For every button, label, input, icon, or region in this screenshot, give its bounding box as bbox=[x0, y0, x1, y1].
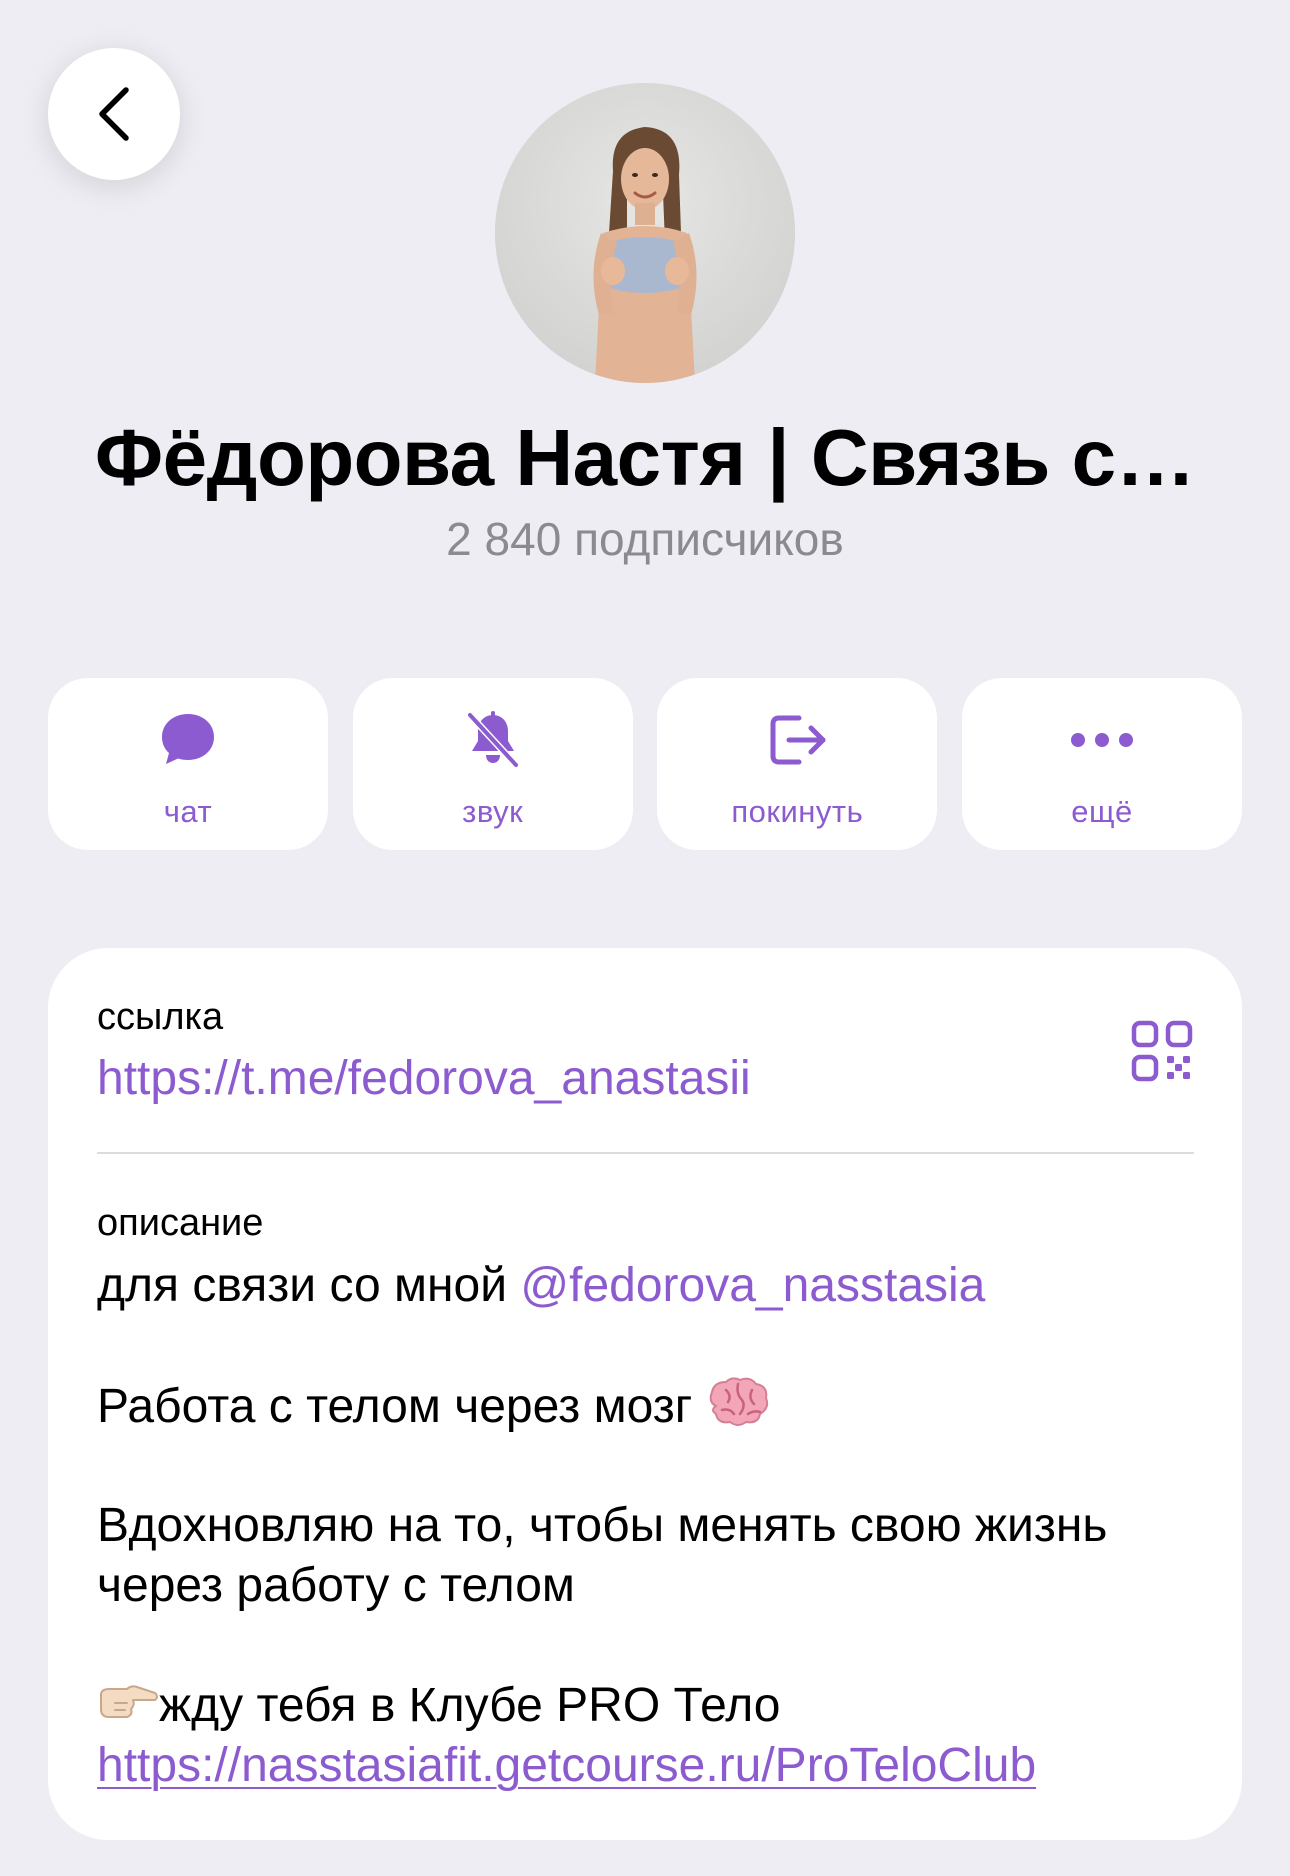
leave-label: покинуть bbox=[731, 794, 864, 829]
description-label: описание bbox=[97, 1202, 264, 1244]
club-url-link[interactable]: https://nasstasiafit.getcourse.ru/ProTel… bbox=[97, 1739, 1036, 1792]
qr-code-icon[interactable] bbox=[1131, 1020, 1193, 1082]
more-button[interactable]: ещё bbox=[961, 678, 1242, 850]
chat-bubble-icon bbox=[156, 708, 220, 772]
brain-icon bbox=[706, 1376, 770, 1443]
divider bbox=[97, 1152, 1194, 1154]
sound-button[interactable]: звук bbox=[352, 678, 633, 850]
more-label: ещё bbox=[1071, 794, 1133, 829]
link-label: ссылка bbox=[97, 996, 224, 1038]
sound-label: звук bbox=[462, 794, 524, 829]
info-card: ссылка https://t.me/fedorova_anastasii о… bbox=[48, 948, 1242, 1840]
description-text: жду тебя в Клубе PRO Тело bbox=[159, 1679, 781, 1732]
subscriber-count: 2 840 подписчиков bbox=[446, 513, 844, 565]
channel-link[interactable]: https://t.me/fedorova_anastasii bbox=[97, 1051, 751, 1106]
description-text: Работа с телом через мозг bbox=[97, 1380, 693, 1434]
leave-icon bbox=[765, 708, 829, 772]
bell-muted-icon bbox=[461, 708, 525, 772]
description-line-1: для связи со мной @fedorova_nasstasia bbox=[97, 1256, 1202, 1316]
description-line-5: жду тебя в Клубе PRO Тело bbox=[97, 1676, 1202, 1738]
more-dots-icon bbox=[1070, 708, 1134, 772]
leave-button[interactable]: покинуть bbox=[657, 678, 938, 850]
description-text: для связи со мной bbox=[97, 1259, 521, 1312]
description-line-3: Вдохновляю на то, чтобы менять свою жизн… bbox=[97, 1499, 1108, 1552]
avatar[interactable] bbox=[495, 83, 795, 383]
back-button[interactable] bbox=[48, 48, 180, 180]
description-line-6: https://nasstasiafit.getcourse.ru/ProTel… bbox=[97, 1736, 1202, 1796]
chat-button[interactable]: чат bbox=[48, 678, 328, 850]
description-line-2: Работа с телом через мозг bbox=[97, 1376, 1202, 1443]
channel-title: Фёдорова Настя | Связь с… bbox=[94, 413, 1196, 502]
chat-label: чат bbox=[163, 794, 213, 829]
avatar-photo bbox=[495, 83, 795, 383]
contact-mention[interactable]: @fedorova_nasstasia bbox=[520, 1259, 985, 1312]
chevron-left-icon bbox=[99, 87, 129, 141]
pointing-right-icon bbox=[97, 1678, 159, 1738]
action-bar: чат звук покинуть ещё bbox=[48, 678, 1242, 850]
description-line-4: через работу с телом bbox=[97, 1559, 575, 1612]
